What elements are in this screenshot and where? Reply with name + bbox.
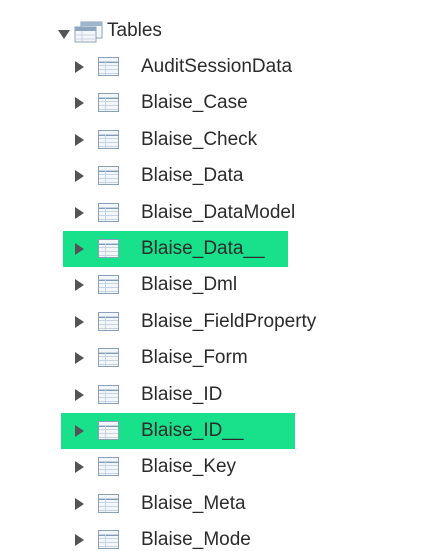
tree-node-table[interactable]: Blaise_Mode bbox=[15, 522, 429, 551]
table-icon bbox=[98, 530, 119, 550]
table-name-label: Blaise_Form bbox=[141, 347, 248, 369]
table-name-label: Blaise_Meta bbox=[141, 492, 246, 514]
collapsed-arrow-icon[interactable] bbox=[75, 425, 84, 437]
table-icon bbox=[98, 93, 119, 113]
collapsed-arrow-icon[interactable] bbox=[75, 352, 84, 365]
tree-node-label: Tables bbox=[107, 20, 162, 41]
table-icon bbox=[98, 202, 119, 222]
expanded-arrow-icon[interactable] bbox=[58, 30, 70, 39]
table-name-label: Blaise_ID bbox=[141, 383, 223, 405]
tree-node-tables[interactable]: Tables bbox=[15, 13, 429, 49]
table-name-label: Blaise_Case bbox=[141, 92, 248, 114]
collapsed-arrow-icon[interactable] bbox=[75, 315, 84, 328]
collapsed-arrow-icon[interactable] bbox=[75, 97, 84, 110]
table-name-label: Blaise_Data__ bbox=[141, 238, 265, 259]
tables-folder-icon bbox=[74, 21, 103, 43]
tree-node-table[interactable]: Blaise_Case bbox=[15, 85, 429, 121]
collapsed-arrow-icon[interactable] bbox=[75, 279, 84, 292]
table-icon bbox=[98, 129, 119, 149]
object-explorer-tree: Tables AuditSessionData Blaise_Case Blaise… bbox=[15, 0, 429, 551]
collapsed-arrow-icon[interactable] bbox=[75, 133, 84, 146]
collapsed-arrow-icon[interactable] bbox=[75, 61, 84, 73]
tree-node-table[interactable]: Blaise_DataModel bbox=[15, 195, 429, 231]
tree-node-table[interactable]: Blaise_Data bbox=[15, 158, 429, 194]
collapsed-arrow-icon[interactable] bbox=[75, 461, 84, 474]
tree-node-table[interactable]: AuditSessionData bbox=[15, 49, 429, 85]
collapsed-arrow-icon[interactable] bbox=[75, 497, 84, 510]
tree-node-table[interactable]: Blaise_Check bbox=[15, 122, 429, 158]
table-name-label: Blaise_Dml bbox=[141, 274, 238, 296]
tree-node-table[interactable]: Blaise_FieldProperty bbox=[15, 304, 429, 340]
table-icon bbox=[98, 57, 119, 76]
collapsed-arrow-icon[interactable] bbox=[75, 170, 84, 183]
tree-node-table[interactable]: Blaise_Data__ bbox=[15, 231, 429, 267]
table-icon bbox=[98, 493, 119, 513]
tree-gutter bbox=[0, 0, 15, 551]
tree-node-table[interactable]: Blaise_Form bbox=[15, 340, 429, 376]
table-name-label: Blaise_FieldProperty bbox=[141, 310, 317, 332]
table-name-label: Blaise_ID__ bbox=[141, 420, 244, 441]
table-name-label: Blaise_DataModel bbox=[141, 201, 296, 223]
collapsed-arrow-icon[interactable] bbox=[75, 243, 84, 255]
tree-node-table[interactable]: Blaise_Key bbox=[15, 449, 429, 485]
tree-node-table[interactable]: Blaise_ID__ bbox=[15, 413, 429, 449]
collapsed-arrow-icon[interactable] bbox=[75, 534, 84, 547]
table-name-label: Blaise_Key bbox=[141, 456, 237, 478]
tree-node-table[interactable]: Blaise_Meta bbox=[15, 486, 429, 522]
tree-node-table[interactable]: Blaise_ID bbox=[15, 377, 429, 413]
table-icon bbox=[98, 348, 119, 368]
table-icon bbox=[98, 457, 119, 477]
table-icon bbox=[98, 311, 119, 331]
collapsed-arrow-icon[interactable] bbox=[75, 206, 84, 219]
table-icon bbox=[98, 384, 119, 404]
table-icon bbox=[98, 275, 119, 295]
tree-node-table[interactable]: Blaise_Dml bbox=[15, 267, 429, 303]
table-name-label: Blaise_Check bbox=[141, 128, 258, 150]
table-icon bbox=[98, 239, 119, 258]
table-name-label: Blaise_Data bbox=[141, 165, 244, 187]
table-icon bbox=[98, 166, 119, 186]
table-icon bbox=[98, 421, 119, 440]
table-name-label: AuditSessionData bbox=[141, 56, 293, 77]
table-name-label: Blaise_Mode bbox=[141, 529, 251, 551]
collapsed-arrow-icon[interactable] bbox=[75, 388, 84, 401]
